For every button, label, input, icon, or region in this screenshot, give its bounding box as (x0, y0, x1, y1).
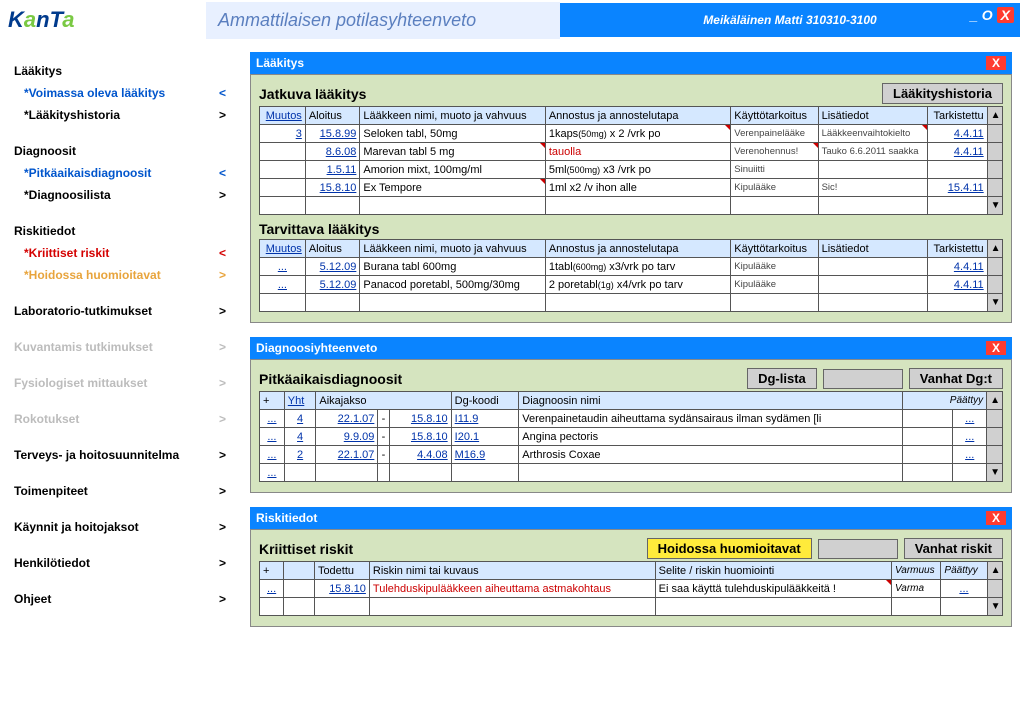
diagnosis-panel: Diagnoosiyhteenveto X Pitkäaikaisdiagnoo… (250, 337, 1012, 493)
medication-panel: Lääkitys X Jatkuva lääkitys Lääkityshist… (250, 52, 1012, 323)
risk-panel: Riskitiedot X Kriittiset riskit Hoidossa… (250, 507, 1012, 627)
table-row[interactable]: ... 4 9.9.09 - 15.8.10 I20.1 Angina pect… (260, 428, 1003, 446)
diag-sec-title: Pitkäaikaisdiagnoosit (259, 371, 741, 387)
risk-table: + Todettu Riskin nimi tai kuvaus Selite … (259, 561, 1003, 616)
sidebar: Lääkitys *Voimassa oleva lääkitys< *Lääk… (0, 40, 242, 653)
nav-ohjeet[interactable]: Ohjeet> (14, 588, 232, 610)
table-row[interactable]: 15.8.10 Ex Tempore 1ml x2 /v ihon alle K… (260, 179, 1003, 197)
nav-lab[interactable]: Laboratorio-tutkimukset> (14, 300, 232, 322)
close-button[interactable]: X (997, 7, 1014, 23)
nav-laakhist[interactable]: *Lääkityshistoria> (14, 104, 232, 126)
nav-kriittiset[interactable]: *Kriittiset riskit< (14, 242, 232, 264)
minimize-button[interactable]: _ (970, 7, 978, 23)
vanhat-riskit-button[interactable]: Vanhat riskit (904, 538, 1003, 559)
table-row[interactable]: ... 4 22.1.07 - 15.8.10 I11.9 Verenpaine… (260, 410, 1003, 428)
risk-panel-close[interactable]: X (986, 511, 1006, 525)
table-row[interactable]: 3 15.8.99 Seloken tabl, 50mg 1kaps(50mg)… (260, 125, 1003, 143)
table-row[interactable]: ... 2 22.1.07 - 4.4.08 M16.9 Arthrosis C… (260, 446, 1003, 464)
table-row[interactable]: ... 15.8.10 Tulehduskipulääkkeen aiheutt… (260, 580, 1003, 598)
th-muutos[interactable]: Muutos (260, 107, 306, 125)
nav-voimassa[interactable]: *Voimassa oleva lääkitys< (14, 82, 232, 104)
risk-panel-title: Riskitiedot (256, 511, 317, 525)
cont-med-table: Muutos Aloitus Lääkkeen nimi, muoto ja v… (259, 106, 1003, 215)
th-nimi[interactable]: Lääkkeen nimi, muoto ja vahvuus (360, 107, 545, 125)
nav-rokot[interactable]: Rokotukset> (14, 408, 232, 430)
diagnosis-panel-close[interactable]: X (986, 341, 1006, 355)
nav-pitkaik[interactable]: *Pitkäaikaisdiagnoosit< (14, 162, 232, 184)
nav-riskitiedot[interactable]: Riskitiedot (14, 220, 232, 242)
cont-med-title: Jatkuva lääkitys (259, 86, 876, 102)
scroll-up-icon[interactable]: ▲ (987, 107, 1002, 125)
th-lisa[interactable]: Lisätiedot (818, 107, 927, 125)
med-history-button[interactable]: Lääkityshistoria (882, 83, 1003, 104)
nav-laakitys[interactable]: Lääkitys (14, 60, 232, 82)
diagnosis-panel-title: Diagnoosiyhteenveto (256, 341, 377, 355)
nav-diagnoosit[interactable]: Diagnoosit (14, 140, 232, 162)
need-med-table: Muutos Aloitus Lääkkeen nimi, muoto ja v… (259, 239, 1003, 312)
diag-table: + Yht Aikajakso Dg-koodi Diagnoosin nimi… (259, 391, 1003, 482)
hoidossa-button[interactable]: Hoidossa huomioitavat (647, 538, 812, 559)
dg-list-button[interactable]: Dg-lista (747, 368, 817, 389)
table-row[interactable]: ... 5.12.09 Panacod poretabl, 500mg/30mg… (260, 276, 1003, 294)
nav-fysio[interactable]: Fysiologiset mittaukset> (14, 372, 232, 394)
vanhat-dg-button[interactable]: Vanhat Dg:t (909, 368, 1003, 389)
nav-henkilo[interactable]: Henkilötiedot> (14, 552, 232, 574)
blank-button[interactable] (823, 369, 903, 389)
table-row[interactable]: ... 5.12.09 Burana tabl 600mg 1tabl(600m… (260, 258, 1003, 276)
patient-info: Meikäläinen Matti 310310-3100 _ O X (560, 3, 1020, 37)
page-title: Ammattilaisen potilasyhteenveto (206, 2, 560, 39)
medication-panel-title: Lääkitys (256, 56, 304, 70)
nav-hoidossa[interactable]: *Hoidossa huomioitavat> (14, 264, 232, 286)
risk-sec-title: Kriittiset riskit (259, 541, 641, 557)
th-annostus[interactable]: Annostus ja annostelutapa (545, 107, 730, 125)
table-row[interactable]: 1.5.11 Amorion mixt, 100mg/ml 5ml(500mg)… (260, 161, 1003, 179)
need-med-title: Tarvittava lääkitys (259, 221, 1003, 237)
medication-panel-close[interactable]: X (986, 56, 1006, 70)
maximize-button[interactable]: O (982, 7, 993, 23)
nav-terveys[interactable]: Terveys- ja hoitosuunnitelma> (14, 444, 232, 466)
logo: KanTa (0, 7, 206, 33)
nav-diaglista[interactable]: *Diagnoosilista> (14, 184, 232, 206)
table-row[interactable]: 8.6.08 Marevan tabl 5 mg tauolla Verenoh… (260, 143, 1003, 161)
scroll-down-icon[interactable]: ▼ (987, 197, 1002, 215)
th-tark[interactable]: Tarkistettu (927, 107, 987, 125)
th-aloitus[interactable]: Aloitus (305, 107, 360, 125)
blank-button[interactable] (818, 539, 898, 559)
nav-kuvant[interactable]: Kuvantamis tutkimukset> (14, 336, 232, 358)
th-kaytto[interactable]: Käyttötarkoitus (731, 107, 818, 125)
nav-toimen[interactable]: Toimenpiteet> (14, 480, 232, 502)
nav-kaynnit[interactable]: Käynnit ja hoitojaksot> (14, 516, 232, 538)
